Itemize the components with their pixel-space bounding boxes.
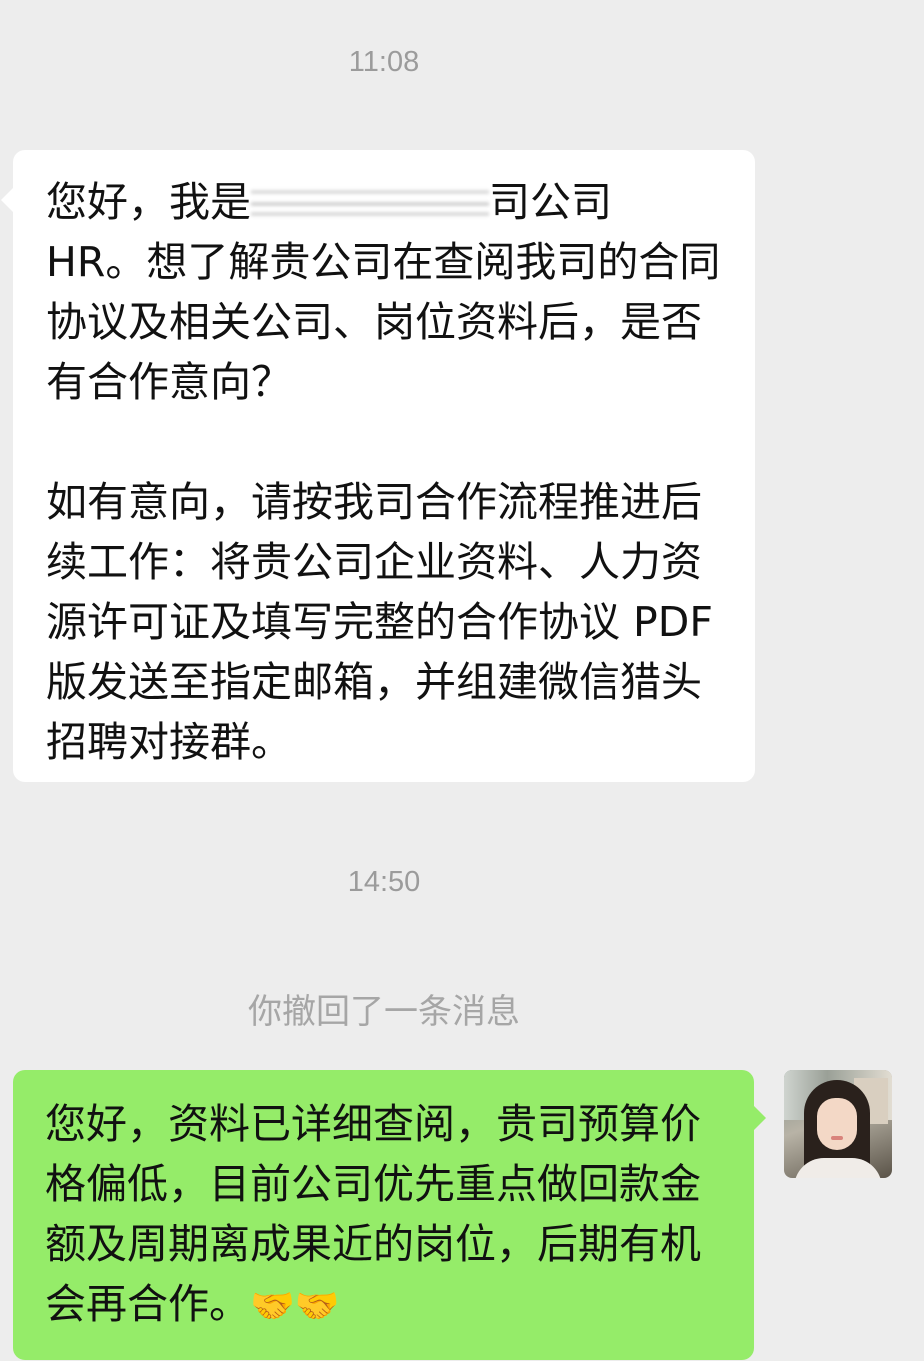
handshake-emoji-icon: 🤝 [294,1286,340,1327]
outgoing-message-text: 您好，资料已详细查阅，贵司预算价格偏低，目前公司优先重点做回款金额及周期离成果近… [45,1094,724,1337]
incoming-message-bubble[interactable]: 您好，我是 司公司 HR。想了解贵公司在查阅我司的合同协议及相关公司、岗位资料后，… [1,150,755,782]
redacted-company-name [251,182,489,222]
incoming-message-paragraph-1: 您好，我是 司公司 HR。想了解贵公司在查阅我司的合同协议及相关公司、岗位资料后，… [46,172,725,412]
timestamp-1: 11:08 [348,46,420,78]
incoming-message-paragraph-2: 如有意向，请按我司合作流程推进后续工作：将贵公司企业资料、人力资源许可证及填写完… [46,478,713,766]
user-avatar-icon[interactable] [784,1070,892,1178]
avatar-lips [831,1136,843,1140]
timestamp-2: 14:50 [347,866,421,898]
outgoing-message-body: 您好，资料已详细查阅，贵司预算价格偏低，目前公司优先重点做回款金额及周期离成果近… [45,1100,701,1328]
outgoing-message-bubble[interactable]: 您好，资料已详细查阅，贵司预算价格偏低，目前公司优先重点做回款金额及周期离成果近… [13,1070,766,1360]
handshake-emoji-icon: 🤝 [250,1286,295,1327]
incoming-message-prefix: 您好，我是 [46,178,251,226]
avatar-face [817,1098,857,1150]
recalled-message-notice: 你撤回了一条消息 [248,992,520,1032]
